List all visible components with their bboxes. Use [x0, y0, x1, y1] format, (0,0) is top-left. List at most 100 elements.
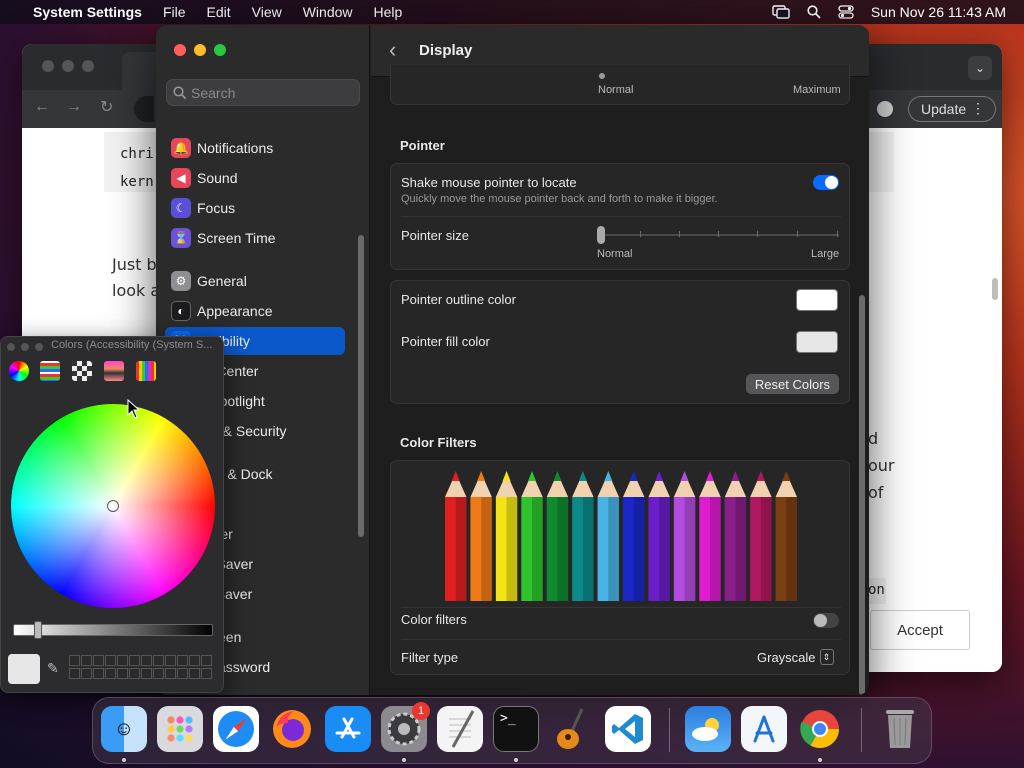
- app-menu[interactable]: System Settings: [33, 4, 142, 20]
- brightness-slider[interactable]: [13, 624, 213, 636]
- swatch-cell[interactable]: [129, 668, 140, 679]
- slider-tick: [757, 231, 758, 237]
- window-close-button[interactable]: [174, 44, 186, 56]
- chrome-icon[interactable]: [797, 706, 843, 752]
- menu-window[interactable]: Window: [303, 4, 353, 20]
- pointer-size-track[interactable]: [601, 234, 839, 236]
- profile-avatar-icon[interactable]: [877, 101, 893, 117]
- shake-pointer-toggle[interactable]: [813, 175, 839, 190]
- safari-icon[interactable]: [213, 706, 259, 752]
- sidebar-item-sound[interactable]: ◀ Sound: [165, 164, 345, 192]
- sidebar-item-appearance[interactable]: ◐ Appearance: [165, 297, 345, 325]
- swatch-cell[interactable]: [93, 668, 104, 679]
- selected-color-swatch[interactable]: [8, 654, 40, 684]
- sidebar-item-screen-time[interactable]: ⌛ Screen Time: [165, 224, 345, 252]
- swatch-cell[interactable]: [105, 668, 116, 679]
- slider-knob[interactable]: [599, 73, 605, 79]
- terminal-icon[interactable]: >_: [493, 706, 539, 752]
- browser-minimize-dot[interactable]: [62, 60, 74, 72]
- swatch-cell[interactable]: [177, 668, 188, 679]
- pencils-tab-icon[interactable]: [136, 361, 156, 381]
- color-wheel-tab-icon[interactable]: [9, 361, 29, 381]
- panel-close-dot[interactable]: [7, 343, 15, 351]
- swatch-cell[interactable]: [69, 668, 80, 679]
- firefox-icon[interactable]: [269, 706, 315, 752]
- panel-minimize-dot[interactable]: [21, 343, 29, 351]
- sidebar-item-general[interactable]: ⚙ General: [165, 267, 345, 295]
- back-chevron-icon[interactable]: ‹: [389, 37, 396, 63]
- more-menu-icon[interactable]: ⋮: [971, 100, 985, 117]
- clock[interactable]: Sun Nov 26 11:43 AM: [871, 4, 1006, 20]
- swatch-cell[interactable]: [69, 655, 80, 666]
- pencil: [572, 471, 594, 601]
- update-button[interactable]: Update ⋮: [908, 96, 996, 122]
- menu-file[interactable]: File: [163, 4, 186, 20]
- menu-help[interactable]: Help: [374, 4, 403, 20]
- swatch-cell[interactable]: [189, 655, 200, 666]
- sidebar-item-focus[interactable]: ☾ Focus: [165, 194, 345, 222]
- color-filters-toggle[interactable]: [813, 613, 839, 628]
- swatch-cell[interactable]: [153, 655, 164, 666]
- swatch-cell[interactable]: [129, 655, 140, 666]
- swatch-cell[interactable]: [189, 668, 200, 679]
- accept-button[interactable]: Accept: [870, 610, 970, 650]
- color-palettes-tab-icon[interactable]: [72, 361, 92, 381]
- tab-list-chevron-icon[interactable]: ⌄: [968, 56, 992, 80]
- swatch-cell[interactable]: [201, 668, 212, 679]
- swatch-cell[interactable]: [93, 655, 104, 666]
- textedit-icon[interactable]: [437, 706, 483, 752]
- swatch-cell[interactable]: [81, 655, 92, 666]
- swatch-cell[interactable]: [117, 668, 128, 679]
- window-zoom-button[interactable]: [214, 44, 226, 56]
- color-wheel[interactable]: [11, 404, 215, 608]
- swatch-cell[interactable]: [153, 668, 164, 679]
- swatch-cell[interactable]: [201, 655, 212, 666]
- menu-edit[interactable]: Edit: [207, 4, 231, 20]
- screen-mirroring-icon[interactable]: [772, 5, 790, 19]
- weather-icon[interactable]: [685, 706, 731, 752]
- pointer-fill-swatch[interactable]: [796, 331, 838, 353]
- app-store-icon[interactable]: [325, 706, 371, 752]
- reload-icon[interactable]: ↻: [100, 97, 113, 117]
- instruments-icon[interactable]: [741, 706, 787, 752]
- garageband-icon[interactable]: [549, 706, 595, 752]
- image-palettes-tab-icon[interactable]: [104, 361, 124, 381]
- menu-view[interactable]: View: [252, 4, 282, 20]
- window-minimize-button[interactable]: [194, 44, 206, 56]
- swatch-cell[interactable]: [177, 655, 188, 666]
- swatch-cell[interactable]: [165, 668, 176, 679]
- control-center-icon[interactable]: [838, 5, 854, 19]
- sidebar-scrollbar[interactable]: [358, 235, 364, 537]
- address-bar[interactable]: [134, 96, 154, 122]
- swatch-cell[interactable]: [141, 655, 152, 666]
- browser-close-dot[interactable]: [42, 60, 54, 72]
- pointer-outline-swatch[interactable]: [796, 289, 838, 311]
- color-sliders-tab-icon[interactable]: [40, 361, 60, 381]
- swatch-cell[interactable]: [117, 655, 128, 666]
- pointer-size-knob[interactable]: [597, 226, 605, 244]
- pane-scrollbar[interactable]: [859, 295, 865, 695]
- panel-zoom-dot[interactable]: [35, 343, 43, 351]
- forward-arrow-icon[interactable]: →: [66, 98, 82, 116]
- back-arrow-icon[interactable]: ←: [34, 98, 50, 116]
- vscode-icon[interactable]: [605, 706, 651, 752]
- launchpad-icon[interactable]: [157, 706, 203, 752]
- reset-colors-button[interactable]: Reset Colors: [746, 374, 839, 394]
- dock-separator: [861, 708, 862, 752]
- swatch-cell[interactable]: [141, 668, 152, 679]
- swatch-cell[interactable]: [81, 668, 92, 679]
- spotlight-search-icon[interactable]: [807, 5, 821, 19]
- brightness-slider-knob[interactable]: [34, 621, 42, 639]
- text-line: on: [868, 582, 885, 598]
- running-indicator: [402, 758, 406, 762]
- sidebar-item-notifications[interactable]: 🔔 Notifications: [165, 134, 345, 162]
- finder-icon[interactable]: ☺: [101, 706, 147, 752]
- browser-zoom-dot[interactable]: [82, 60, 94, 72]
- filter-type-select[interactable]: Grayscale ⇕: [757, 646, 837, 668]
- trash-icon[interactable]: [877, 706, 923, 752]
- eyedropper-icon[interactable]: ✎: [47, 660, 59, 677]
- swatch-cell[interactable]: [105, 655, 116, 666]
- page-scrollbar[interactable]: [992, 278, 998, 300]
- swatch-cell[interactable]: [165, 655, 176, 666]
- search-input[interactable]: Search: [166, 79, 360, 106]
